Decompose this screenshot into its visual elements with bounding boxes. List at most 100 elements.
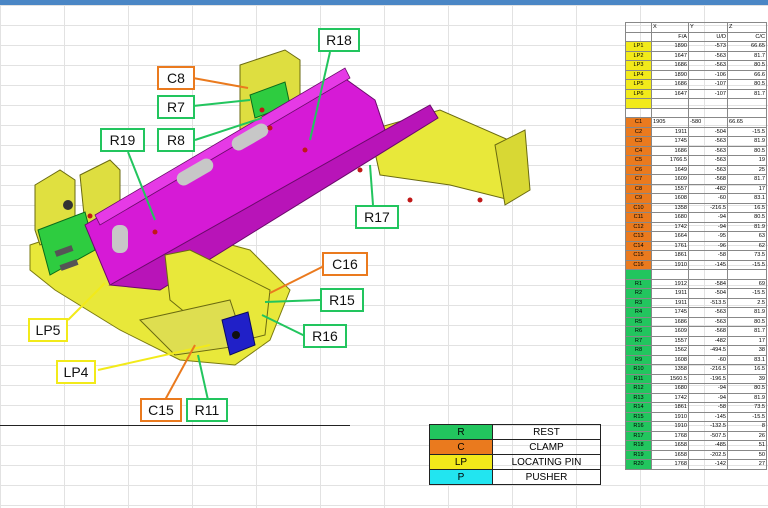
table-cell: F/A [651, 31, 689, 42]
table-cell: 1680 [651, 383, 689, 394]
table-cell: -482 [688, 183, 728, 194]
table-cell: -94 [688, 383, 728, 394]
legend-label: LOCATING PIN [492, 454, 601, 470]
table-row-label [625, 31, 652, 42]
table-cell: 81.7 [727, 326, 767, 337]
table-cell: -563 [688, 136, 728, 147]
table-row: C14 1761 -96 62 [625, 240, 767, 251]
table-row-label: LP1 [625, 41, 652, 52]
table-cell: 69 [727, 278, 767, 289]
table-row: C5 1766.5 -563 19 [625, 155, 767, 166]
table-row-label [625, 22, 652, 33]
legend-row: P PUSHER [429, 469, 601, 485]
table-row: R3 1911 -513.5 2.5 [625, 297, 767, 308]
table-row: R15 1910 -145 -15.5 [625, 411, 767, 422]
table-row-label: C14 [625, 240, 652, 251]
legend-label: REST [492, 424, 601, 440]
table-row-label: R20 [625, 459, 652, 470]
table-row: R10 1358 -216.5 16.5 [625, 364, 767, 375]
table-row: C12 1742 -94 81.9 [625, 221, 767, 232]
table-cell: -507.5 [688, 430, 728, 441]
table-row-label: C4 [625, 145, 652, 156]
table-cell: 1910 [651, 259, 689, 270]
table-cell: 80.5 [727, 145, 767, 156]
table-cell: Y [688, 22, 728, 33]
table-row: R4 1745 -563 81.9 [625, 307, 767, 318]
table-cell: 1609 [651, 326, 689, 337]
table-row: R1 1912 -584 69 [625, 278, 767, 289]
table-cell: -15.5 [727, 288, 767, 299]
table-cell: 81.7 [727, 88, 767, 99]
table-cell: 80.5 [727, 212, 767, 223]
table-cell: 1910 [651, 421, 689, 432]
table-cell: 73.5 [727, 250, 767, 261]
table-cell: 81.9 [727, 136, 767, 147]
table-cell: 16.5 [727, 364, 767, 375]
table-row: C8 1557 -482 17 [625, 183, 767, 194]
table-cell: -482 [688, 335, 728, 346]
table-cell: 1861 [651, 402, 689, 413]
table-row-label: R10 [625, 364, 652, 375]
table-cell: 1910 [651, 411, 689, 422]
table-cell: -94 [688, 221, 728, 232]
table-cell: 66.65 [727, 41, 767, 52]
table-row-label: R9 [625, 354, 652, 365]
table-cell: -584 [688, 278, 728, 289]
table-row: C3 1745 -563 81.9 [625, 136, 767, 147]
table-cell: 1890 [651, 69, 689, 80]
legend-code: P [429, 469, 493, 485]
table-row-label: C6 [625, 164, 652, 175]
table-row: C13 1664 -95 63 [625, 231, 767, 242]
table-cell: 16.5 [727, 202, 767, 213]
table-cell: -94 [688, 392, 728, 403]
table-cell: -107 [688, 88, 728, 99]
callout-r18: R18 [318, 28, 360, 52]
table-row: R6 1609 -568 81.7 [625, 326, 767, 337]
table-row-label: R18 [625, 440, 652, 451]
table-row: C6 1649 -563 25 [625, 164, 767, 175]
table-row-label: R7 [625, 335, 652, 346]
table-cell: 1911 [651, 126, 689, 137]
table-cell: 66.65 [727, 117, 767, 128]
table-row-label: C13 [625, 231, 652, 242]
legend-label: PUSHER [492, 469, 601, 485]
table-row-label: R16 [625, 421, 652, 432]
table-cell: 1911 [651, 297, 689, 308]
table-row: R9 1608 -60 83.1 [625, 354, 767, 365]
table-row: R16 1910 -132.5 8 [625, 421, 767, 432]
callout-c15: C15 [140, 398, 182, 422]
table-cell: -15.5 [727, 259, 767, 270]
table-row-label: C16 [625, 259, 652, 270]
table-row: F/A U/D C/C [625, 31, 767, 42]
table-row: R14 1861 -58 73.5 [625, 402, 767, 413]
table-row-label: C9 [625, 193, 652, 204]
table-cell: -216.5 [688, 202, 728, 213]
table-row: C7 1609 -568 81.7 [625, 174, 767, 185]
table-blank-row [625, 98, 767, 109]
table-cell: 81.7 [727, 174, 767, 185]
table-cell: 8 [727, 421, 767, 432]
table-cell: -94 [688, 212, 728, 223]
table-row: C11 1680 -94 80.5 [625, 212, 767, 223]
table-cell: Z [727, 22, 767, 33]
table-cell: -504 [688, 126, 728, 137]
callout-c16: C16 [322, 252, 368, 276]
table-cell: -142 [688, 459, 728, 470]
legend-code: C [429, 439, 493, 455]
table-cell: 50 [727, 449, 767, 460]
table-cell: -15.5 [727, 126, 767, 137]
table-row-label: C7 [625, 174, 652, 185]
table-row-label: C3 [625, 136, 652, 147]
table-row: R17 1768 -507.5 26 [625, 430, 767, 441]
table-cell: -563 [688, 316, 728, 327]
table-row: LP2 1647 -563 81.7 [625, 50, 767, 61]
table-cell: -58 [688, 250, 728, 261]
table-row-label: R8 [625, 345, 652, 356]
table-cell: 81.9 [727, 392, 767, 403]
table-cell: 80.5 [727, 316, 767, 327]
table-cell: 80.5 [727, 79, 767, 90]
legend-row: C CLAMP [429, 439, 601, 455]
table-row-label: R15 [625, 411, 652, 422]
table-cell: -95 [688, 231, 728, 242]
legend-table: R REST C CLAMP LP LOCATING PIN P PUSHER [429, 424, 601, 485]
